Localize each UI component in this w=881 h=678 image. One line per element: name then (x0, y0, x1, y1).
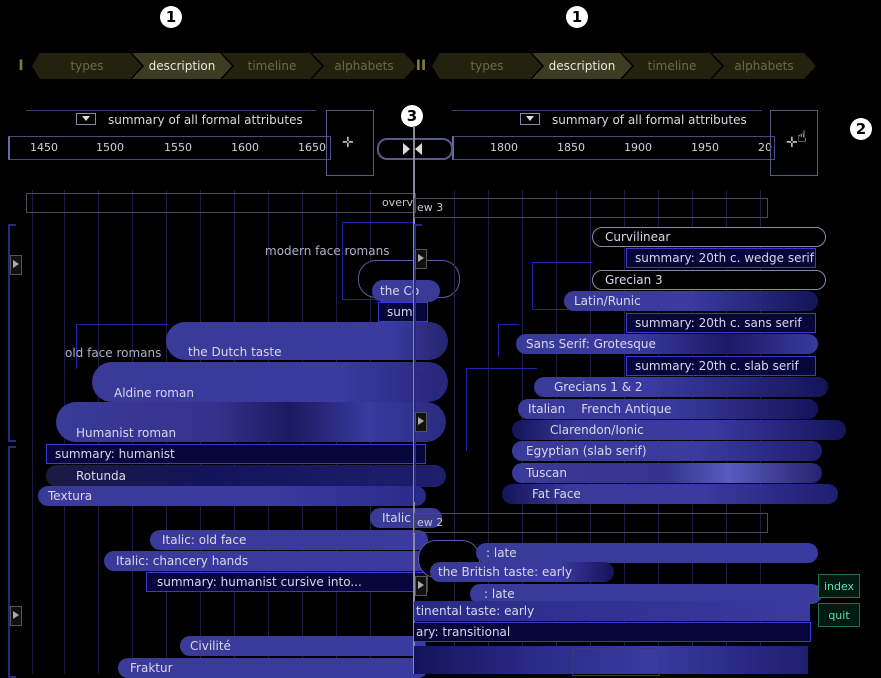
tab-types-right[interactable]: types (432, 53, 542, 79)
summary-box-sans[interactable]: summary: 20th c. sans serif (626, 313, 816, 333)
callout-1-right: 1 (566, 6, 588, 28)
bar-italian[interactable]: Italian French Antique (518, 399, 818, 419)
bar-clarendon[interactable]: Clarendon/Ionic (512, 420, 846, 440)
bar-italic-old-face[interactable]: Italic: old face (150, 530, 428, 550)
summary-box-cursive[interactable]: summary: humanist cursive into... (146, 572, 428, 592)
bar-british-taste[interactable]: the British taste: early (430, 562, 614, 582)
arrow-left-icon (415, 143, 422, 155)
summary-label-right: summary of all formal attributes (552, 113, 747, 127)
left-tab-bar: I types description timeline alphabets (14, 53, 406, 79)
french-antique-label: French Antique (581, 402, 672, 416)
zoom-box-left[interactable]: ✛ (326, 110, 374, 176)
pane-number-right: II (415, 58, 427, 74)
group-bracket (414, 374, 422, 502)
summary-box-slab[interactable]: summary: 20th c. slab serif (626, 356, 816, 376)
expand-arrow-icon[interactable] (415, 412, 427, 432)
overview-bar-left[interactable]: overv (26, 193, 416, 213)
group-bracket (414, 224, 422, 376)
summary-selector-right[interactable]: summary of all formal attributes (452, 110, 762, 131)
bar-sans-grotesque[interactable]: Sans Serif: Grotesque (516, 334, 818, 354)
bar-late-1[interactable]: : late (476, 543, 818, 563)
dropdown-arrow-icon[interactable] (520, 113, 540, 125)
index-button[interactable]: index (818, 574, 860, 598)
tab-description-left[interactable]: description (132, 53, 232, 79)
bar-grecians-1-2[interactable]: Grecians 1 & 2 (534, 377, 828, 397)
summary-selector-left[interactable]: summary of all formal attributes (26, 110, 316, 131)
bar-the-co[interactable]: the Co (372, 280, 440, 302)
ruler-tick: 1900 (624, 141, 652, 154)
summary-label-left: summary of all formal attributes (108, 113, 303, 127)
dropdown-arrow-icon[interactable] (76, 113, 96, 125)
expand-arrow-icon[interactable] (10, 255, 22, 275)
summary-box-humanist[interactable]: summary: humanist (46, 444, 426, 464)
label-modern-face: modern face romans (265, 244, 390, 258)
bar-aldine-roman[interactable]: Aldine roman (92, 362, 448, 402)
bar-italic-chancery[interactable]: Italic: chancery hands (104, 551, 428, 571)
pane-link-toggle[interactable] (377, 138, 453, 160)
bar-latin-runic[interactable]: Latin/Runic (564, 291, 818, 311)
ruler-tick: 1500 (96, 141, 124, 154)
tab-description-right[interactable]: description (532, 53, 632, 79)
ruler-tick: 1800 (490, 141, 518, 154)
overview-label: overv (381, 196, 413, 209)
ruler-tick: 1950 (691, 141, 719, 154)
ruler-tick: 1600 (231, 141, 259, 154)
bar-textura[interactable]: Textura (38, 486, 426, 506)
aldine-label: Aldine roman (114, 386, 194, 400)
bar-civilite[interactable]: Civilité (180, 636, 426, 656)
zoom-box-right[interactable]: ✛ ☝ (770, 110, 818, 176)
summary-box-transitional[interactable]: ary: transitional (414, 622, 811, 642)
timeline-ruler-right[interactable]: 1800 1850 1900 1950 20 (452, 136, 775, 160)
crosshair-icon: ✛ (786, 135, 798, 151)
tab-alphabets-right[interactable]: alphabets (712, 53, 816, 79)
italian-label: Italian (528, 402, 566, 416)
hand-cursor-icon: ☝ (797, 127, 807, 146)
bar-continental-taste[interactable]: tinental taste: early (414, 601, 810, 621)
expand-arrow-icon[interactable] (10, 606, 22, 626)
summary-box-wedge[interactable]: summary: 20th c. wedge serif (626, 248, 816, 268)
callout-1-left: 1 (160, 6, 182, 28)
tab-timeline-right[interactable]: timeline (622, 53, 722, 79)
ruler-tick: 1550 (164, 141, 192, 154)
humanist-label: Humanist roman (76, 426, 177, 440)
bar-grecian-3[interactable]: Grecian 3 (592, 270, 826, 290)
timeline-ruler-left[interactable]: 1450 1500 1550 1600 1650 (8, 136, 331, 160)
ruler-tick: 1850 (557, 141, 585, 154)
gridline (32, 190, 33, 674)
overview-2-label: ew 2 (417, 516, 444, 529)
group-bracket (8, 446, 16, 678)
crosshair-icon: ✛ (342, 135, 354, 151)
bar-curvilinear[interactable]: Curvilinear (592, 227, 826, 247)
bar-rotunda[interactable]: Rotunda (46, 465, 446, 487)
tab-types-left[interactable]: types (32, 53, 142, 79)
bar-tuscan[interactable]: Tuscan (512, 463, 822, 483)
overview-3-label: ew 3 (417, 201, 444, 214)
tab-timeline-left[interactable]: timeline (222, 53, 322, 79)
hover-box (572, 648, 660, 676)
ruler-tick: 1450 (30, 141, 58, 154)
bar-dutch-taste[interactable]: the Dutch taste (166, 322, 448, 360)
quit-button[interactable]: quit (818, 603, 860, 627)
expand-arrow-icon[interactable] (415, 576, 427, 596)
dutch-taste-label: the Dutch taste (188, 345, 282, 359)
arrow-right-icon (403, 143, 410, 155)
pane-number-left: I (18, 58, 24, 74)
bar-humanist-roman[interactable]: Humanist roman (56, 402, 446, 442)
callout-2: 2 (850, 118, 872, 140)
right-tab-bar: II types description timeline alphabets (414, 53, 806, 79)
bar-egyptian[interactable]: Egyptian (slab serif) (512, 441, 822, 461)
overview-bar-2[interactable]: ew 2 (414, 513, 768, 533)
bar-fat-face[interactable]: Fat Face (502, 484, 838, 504)
overview-bar-3[interactable]: ew 3 (414, 198, 768, 218)
callout-3: 3 (401, 105, 423, 127)
bar-fraktur[interactable]: Fraktur (118, 658, 428, 678)
expand-arrow-icon[interactable] (415, 249, 427, 269)
ruler-tick: 1650 (298, 141, 326, 154)
tab-alphabets-left[interactable]: alphabets (312, 53, 416, 79)
label-old-face: old face romans (65, 346, 162, 360)
